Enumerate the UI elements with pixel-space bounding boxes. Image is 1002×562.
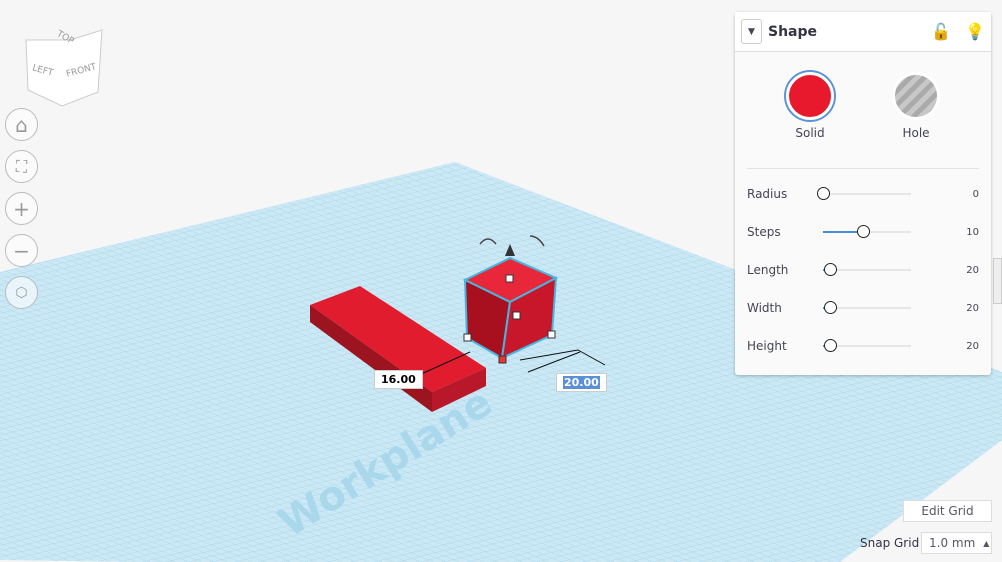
zoom-out-button[interactable]: − [5,234,38,267]
snap-grid-value: 1.0 mm [929,536,976,550]
param-label: Radius [747,187,788,201]
param-slider[interactable] [823,263,911,276]
home-icon: ⌂ [15,112,28,137]
param-value[interactable]: 10 [949,227,979,238]
home-view-button[interactable]: ⌂ [5,108,38,141]
param-value[interactable]: 20 [949,303,979,314]
view-cube-front: FRONT [65,62,98,80]
param-label: Length [747,263,789,277]
solid-swatch [786,72,834,120]
slider-knob[interactable] [824,263,838,276]
param-slider[interactable] [823,339,911,352]
param-slider[interactable] [817,187,911,200]
param-slider[interactable] [823,301,911,314]
snap-grid-label: Snap Grid [860,536,920,550]
hole-label: Hole [902,126,930,140]
zoom-in-button[interactable]: + [5,192,38,225]
shape-inspector: ▼ Shape 🔓 💡 Solid Hole Radius 0 Steps 10 L… [735,12,991,375]
param-row-width: Width 20 [735,289,991,327]
param-label: Steps [747,225,781,239]
cube-icon: ⬡ [15,284,28,301]
length-dimension-input[interactable]: 20.00 [556,373,607,392]
lightbulb-icon[interactable]: 💡 [965,22,985,41]
param-value[interactable]: 20 [949,265,979,276]
param-value[interactable]: 20 [949,341,979,352]
slider-knob[interactable] [824,301,838,314]
slider-knob[interactable] [817,187,830,200]
length-dimension-value: 20.00 [563,376,600,389]
param-label: Height [747,339,787,353]
panel-toggle[interactable] [993,258,1002,304]
view-cube-left: LEFT [31,63,55,79]
hole-option[interactable]: Hole [892,72,940,168]
hole-swatch [892,72,940,120]
plus-icon: + [13,196,30,221]
slider-knob[interactable] [824,339,838,352]
param-slider[interactable] [823,225,911,238]
caret-down-icon: ▼ [748,26,755,37]
unlock-icon[interactable]: 🔓 [931,22,951,41]
perspective-button[interactable]: ⬡ [5,276,38,309]
param-label: Width [747,301,782,315]
param-row-radius: Radius 0 [735,175,991,213]
snap-grid-select[interactable]: 1.0 mm ▲ [921,532,992,554]
solid-label: Solid [795,126,825,140]
minus-icon: − [13,238,30,263]
collapse-dropdown[interactable]: ▼ [741,19,762,44]
edit-grid-button[interactable]: Edit Grid [903,500,992,522]
param-row-steps: Steps 10 [735,213,991,251]
view-cube[interactable]: TOP LEFT FRONT [26,28,106,108]
param-row-length: Length 20 [735,251,991,289]
slider-knob[interactable] [856,225,870,238]
width-dimension-input[interactable]: 16.00 [374,370,423,389]
fit-view-button[interactable]: ⛶ [5,150,38,183]
param-row-height: Height 20 [735,327,991,365]
param-value[interactable]: 0 [949,189,979,200]
solid-option[interactable]: Solid [786,72,834,168]
view-cube-top: TOP [54,29,76,47]
fit-icon: ⛶ [15,156,28,176]
caret-up-icon: ▲ [983,538,990,548]
panel-title: Shape [768,23,818,40]
